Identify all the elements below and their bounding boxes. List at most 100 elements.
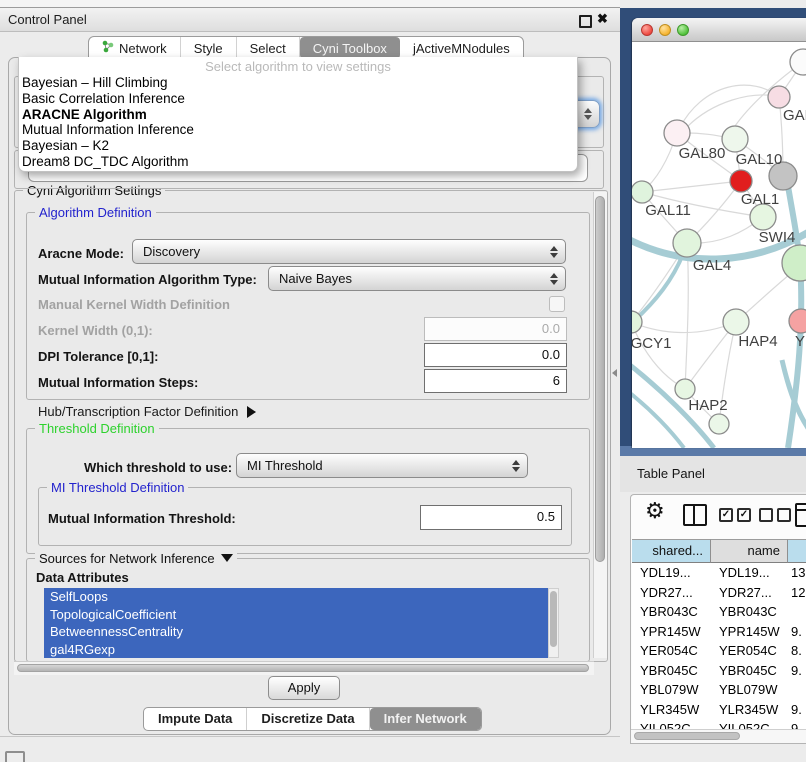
scrollbar-thumb[interactable] [634,732,740,740]
which-threshold-select[interactable]: MI Threshold [236,453,528,478]
column-header-partial[interactable] [788,539,806,563]
algorithm-option[interactable]: Mutual Information Inference [19,122,577,138]
settings-horizontal-scrollbar[interactable] [14,661,594,675]
settings-vertical-scrollbar[interactable] [593,192,607,658]
column-layout-icon[interactable] [683,504,707,526]
select-all-columns-icon[interactable]: ✓✓ [719,508,755,526]
tab-impute-data[interactable]: Impute Data [144,708,247,730]
network-node[interactable] [790,49,806,75]
algorithm-option[interactable]: Basic Correlation Inference [19,91,577,107]
combo-stepper-icon [550,267,558,290]
dpi-tolerance-field[interactable]: 0.0 [424,343,567,367]
table-rows: YDL19...YDL19...13YDR27...YDR27...12YBR0… [632,563,806,729]
hidden-panel-button[interactable] [5,751,25,762]
close-panel-icon[interactable]: ✖ [597,11,608,27]
network-node[interactable] [723,309,749,335]
column-header-shared-name[interactable]: shared... [632,539,711,563]
minimize-traffic-light-icon[interactable] [659,24,671,36]
table-horizontal-scrollbar[interactable] [631,729,806,743]
tab-label: Network [119,41,167,56]
group-title[interactable]: Sources for Network Inference [35,551,237,566]
data-attribute-item[interactable]: SelfLoops [44,588,548,606]
network-node-label: GAL80 [679,145,726,162]
network-node[interactable] [782,245,806,281]
table-row[interactable]: YBR043CYBR043C [632,602,806,622]
table-cell: YDR27... [632,583,711,603]
mi-threshold-label: Mutual Information Threshold: [48,511,236,526]
table-row[interactable]: YBL079WYBL079W [632,680,806,700]
network-graph[interactable]: GALGAL80GAL10GAL1GAL11SWI4GAL4HAP4YGCY1H… [632,42,806,448]
tab-cyni-toolbox[interactable]: Cyni Toolbox [300,37,400,59]
table-mode-icon[interactable] [795,503,806,527]
manual-kernel-width-checkbox[interactable] [549,296,565,312]
tab-discretize-data[interactable]: Discretize Data [247,708,369,730]
attributes-scrollbar[interactable] [548,588,559,658]
column-header-name[interactable]: name [711,539,788,563]
mi-threshold-field[interactable]: 0.5 [420,505,562,530]
network-node-label: GAL [783,107,806,124]
tab-jactivemnodules[interactable]: jActiveMNodules [400,37,523,59]
network-view-window[interactable]: GALGAL80GAL10GAL1GAL11SWI4GAL4HAP4YGCY1H… [632,18,806,448]
kernel-width-field[interactable]: 0.0 [424,317,567,341]
table-row[interactable]: YIL052CYIL052C9. [632,719,806,729]
algorithm-option[interactable]: Dream8 DC_TDC Algorithm [19,154,577,170]
network-window-titlebar[interactable] [632,18,806,42]
tab-infer-network[interactable]: Infer Network [370,708,481,730]
table-row[interactable]: YLR345WYLR345W9. [632,700,806,720]
tab-select[interactable]: Select [237,37,300,59]
table-cell: YBR045C [632,661,711,681]
data-attribute-item[interactable]: gal4RGexp [44,641,548,659]
network-node[interactable] [730,170,752,192]
panel-divider-arrow-icon[interactable] [612,369,617,377]
aracne-mode-select[interactable]: Discovery [132,239,566,264]
mi-steps-field[interactable]: 6 [424,369,567,393]
algorithm-option[interactable]: ARACNE Algorithm [19,107,577,123]
deselect-all-columns-icon[interactable] [759,508,795,526]
status-bar-divider [0,736,620,737]
zoom-traffic-light-icon[interactable] [677,24,689,36]
tab-label: Select [250,41,286,56]
table-cell: 8. [788,641,806,661]
mi-steps-label: Mutual Information Steps: [38,375,198,390]
network-canvas[interactable]: GALGAL80GAL10GAL1GAL11SWI4GAL4HAP4YGCY1H… [632,42,806,448]
tab-network[interactable]: Network [89,37,181,59]
apply-button[interactable]: Apply [268,676,340,700]
table-row[interactable]: YPR145WYPR145W9. [632,622,806,642]
table-cell: YDL19... [711,563,788,583]
expand-arrow-icon[interactable] [247,406,256,418]
table-cell: YLR345W [711,700,788,720]
table-cell: YBR043C [711,602,788,622]
algorithm-option[interactable]: Bayesian – K2 [19,138,577,154]
network-node[interactable] [632,181,653,203]
data-attribute-item[interactable]: TopologicalCoefficient [44,606,548,624]
network-node[interactable] [768,86,790,108]
table-cell [788,602,806,622]
network-node[interactable] [709,414,729,434]
scrollbar-thumb[interactable] [550,591,557,647]
table-settings-gear-icon[interactable]: ⚙ [645,498,665,524]
mi-algorithm-type-select[interactable]: Naive Bayes [268,266,566,291]
network-node[interactable] [789,309,806,333]
table-row[interactable]: YBR045CYBR045C9. [632,661,806,681]
scrollbar-thumb[interactable] [595,196,605,562]
network-node[interactable] [722,126,748,152]
network-node[interactable] [673,229,701,257]
algorithm-option[interactable]: Bayesian – Hill Climbing [19,75,577,91]
control-panel-title: Control Panel [8,12,87,27]
network-node[interactable] [664,120,690,146]
float-panel-icon[interactable] [579,15,592,28]
hub-transcription-factor-section[interactable]: Hub/Transcription Factor Definition [38,404,256,419]
tab-style[interactable]: Style [181,37,237,59]
close-traffic-light-icon[interactable] [641,24,653,36]
scrollbar-thumb[interactable] [17,664,589,672]
table-row[interactable]: YDR27...YDR27...12 [632,583,806,603]
group-title: Algorithm Definition [35,205,156,220]
table-cell: YER054C [711,641,788,661]
network-node[interactable] [675,379,695,399]
table-row[interactable]: YDL19...YDL19...13 [632,563,806,583]
network-node-label: GCY1 [632,335,671,352]
data-attributes-list[interactable]: SelfLoopsTopologicalCoefficientBetweenne… [44,588,548,658]
table-row[interactable]: YER054CYER054C8. [632,641,806,661]
data-attribute-item[interactable]: BetweennessCentrality [44,623,548,641]
collapse-arrow-icon[interactable] [221,554,233,562]
